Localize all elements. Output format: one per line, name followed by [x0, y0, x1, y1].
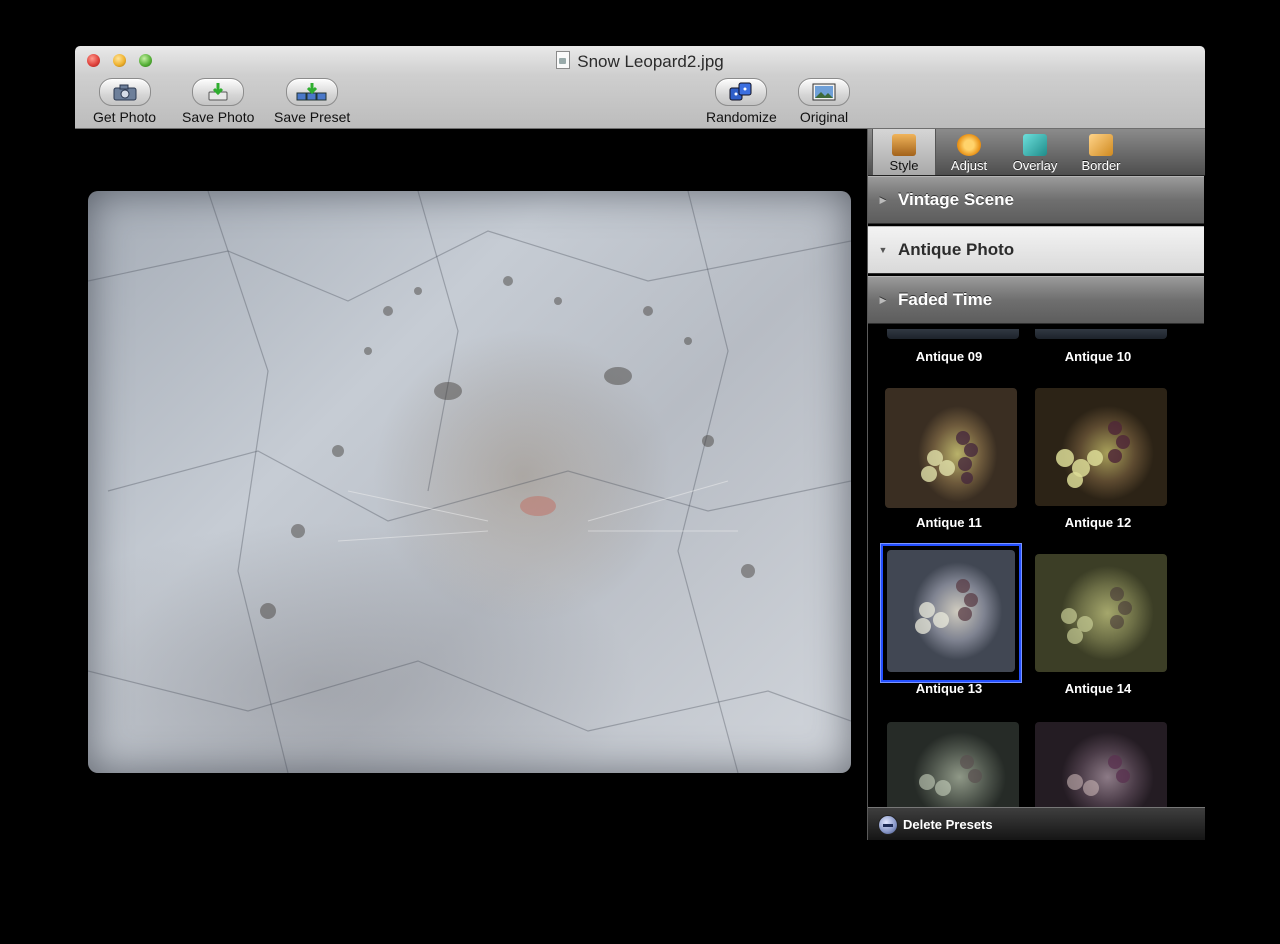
delete-presets-button[interactable]: [878, 815, 898, 835]
save-preset-button[interactable]: Save Preset: [274, 78, 350, 125]
get-photo-label: Get Photo: [93, 109, 157, 125]
original-label: Original: [799, 109, 849, 125]
title-bar: Snow Leopard2.jpg Get Photo Save Photo S…: [75, 46, 1205, 129]
preset-antique-13-thumb[interactable]: [887, 550, 1015, 672]
original-photo-icon: [798, 78, 850, 106]
window-title-text: Snow Leopard2.jpg: [577, 52, 724, 71]
save-photo-button[interactable]: Save Photo: [182, 78, 254, 125]
preset-antique-09-thumb[interactable]: [887, 329, 1019, 339]
photo-canvas: [75, 129, 865, 840]
tab-border-label: Border: [1081, 158, 1121, 173]
effects-panel: Style Adjust Overlay Border ▶ Vintage Sce…: [867, 129, 1205, 840]
preset-antique-10-label: Antique 10: [1064, 349, 1132, 364]
section-vintage-scene-label: Vintage Scene: [898, 190, 1014, 209]
preset-antique-12-thumb[interactable]: [1035, 388, 1167, 506]
app-window: Snow Leopard2.jpg Get Photo Save Photo S…: [75, 46, 1205, 840]
original-button[interactable]: Original: [798, 78, 850, 125]
section-vintage-scene[interactable]: ▶ Vintage Scene: [868, 176, 1204, 224]
section-antique-photo-label: Antique Photo: [898, 240, 1015, 259]
snow-leopard-photo: [88, 191, 851, 773]
preset-antique-15-thumb[interactable]: [887, 722, 1019, 807]
section-faded-time-label: Faded Time: [898, 290, 993, 309]
camera-icon: [98, 78, 151, 106]
save-photo-icon: [192, 78, 245, 106]
section-antique-photo[interactable]: ▼ Antique Photo: [868, 226, 1204, 274]
window-title: Snow Leopard2.jpg: [75, 51, 1205, 72]
document-icon: [556, 51, 571, 69]
preset-antique-14-label: Antique 14: [1064, 681, 1132, 696]
preset-antique-09-label: Antique 09: [915, 349, 983, 364]
get-photo-button[interactable]: Get Photo: [93, 78, 156, 125]
section-faded-time[interactable]: ▶ Faded Time: [868, 276, 1204, 324]
tab-style[interactable]: Style: [872, 129, 936, 175]
randomize-button[interactable]: Randomize: [706, 78, 777, 125]
preset-antique-16-thumb[interactable]: [1035, 722, 1167, 807]
preset-antique-11-label: Antique 11: [916, 515, 982, 530]
save-preset-icon: [286, 78, 339, 106]
save-preset-label: Save Preset: [274, 109, 351, 125]
tab-overlay-label: Overlay: [1012, 158, 1058, 173]
tab-style-label: Style: [889, 158, 919, 173]
tab-overlay[interactable]: Overlay: [1004, 129, 1066, 175]
delete-presets-label[interactable]: Delete Presets: [903, 817, 993, 832]
crumpled-paper-texture: [88, 191, 851, 773]
disclosure-right-icon: ▶: [879, 295, 887, 305]
preset-grid: Antique 09 Antique 10 Antique 11 Antique…: [868, 329, 1205, 807]
preset-antique-13-label: Antique 13: [915, 681, 983, 696]
save-photo-label: Save Photo: [182, 109, 255, 125]
disclosure-right-icon: ▶: [879, 195, 887, 205]
border-icon: [1089, 134, 1113, 156]
gear-icon: [957, 134, 981, 156]
tab-border[interactable]: Border: [1070, 129, 1132, 175]
preset-antique-11-thumb[interactable]: [885, 388, 1017, 508]
overlay-icon: [1023, 134, 1047, 156]
style-icon: [892, 134, 916, 156]
delete-presets-bar: Delete Presets: [868, 807, 1205, 840]
preset-antique-14-thumb[interactable]: [1035, 554, 1167, 672]
randomize-label: Randomize: [706, 109, 777, 125]
tab-adjust[interactable]: Adjust: [938, 129, 1000, 175]
preset-antique-12-label: Antique 12: [1064, 515, 1132, 530]
panel-tabs: Style Adjust Overlay Border: [868, 129, 1205, 176]
preset-antique-10-thumb[interactable]: [1035, 329, 1167, 339]
dice-icon: [715, 78, 768, 106]
disclosure-down-icon: ▼: [878, 245, 888, 255]
tab-adjust-label: Adjust: [950, 158, 988, 173]
